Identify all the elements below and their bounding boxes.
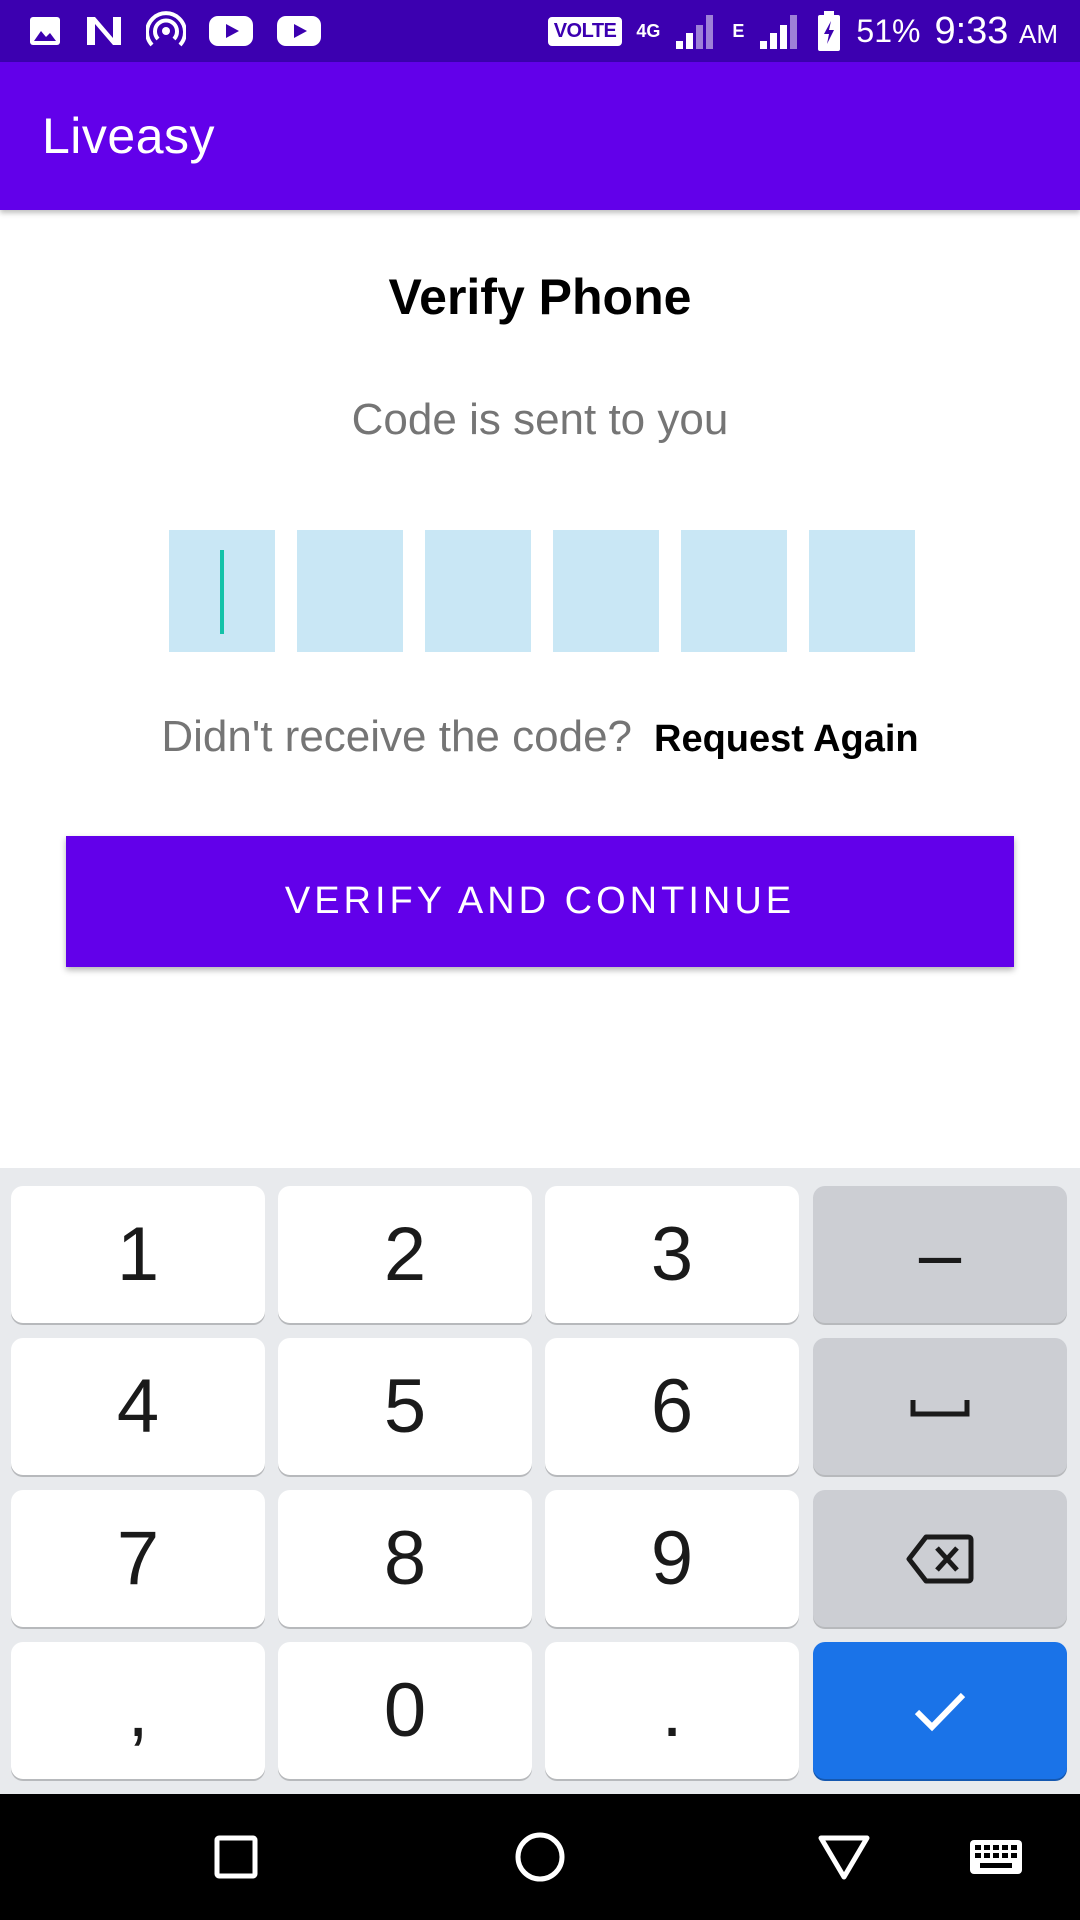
keyboard-switch-button[interactable] <box>926 1794 1066 1920</box>
numeric-keyboard: 1 2 3 – 4 5 6 7 8 9 , 0 . <box>0 1168 1080 1794</box>
key-3[interactable]: 3 <box>545 1186 799 1323</box>
key-space[interactable] <box>813 1338 1067 1475</box>
system-icons: VOLTE 4G E 51% 9:33 AM <box>547 0 1058 62</box>
system-nav-bar <box>0 1794 1080 1920</box>
otp-digit-5[interactable] <box>681 530 787 652</box>
key-done[interactable] <box>813 1642 1067 1779</box>
key-comma[interactable]: , <box>11 1642 265 1779</box>
n-app-icon <box>84 14 124 48</box>
app-title: Liveasy <box>42 108 216 164</box>
clock-suffix: AM <box>1019 18 1058 49</box>
space-icon <box>910 1399 970 1416</box>
home-button[interactable] <box>470 1794 610 1920</box>
key-8[interactable]: 8 <box>278 1490 532 1627</box>
app-bar: Liveasy <box>0 62 1080 210</box>
back-icon <box>818 1835 870 1880</box>
battery-percent: 51% <box>856 12 921 49</box>
keyboard-icon <box>970 1840 1022 1874</box>
clock: 9:33 AM <box>934 10 1058 53</box>
key-backspace[interactable] <box>813 1490 1067 1627</box>
key-2[interactable]: 2 <box>278 1186 532 1323</box>
page-title: Verify Phone <box>388 269 692 325</box>
text-caret <box>220 550 224 634</box>
verify-and-continue-button[interactable]: VERIFY AND CONTINUE <box>66 836 1014 967</box>
signal-icon <box>674 11 718 51</box>
recents-button[interactable] <box>166 1794 306 1920</box>
key-0[interactable]: 0 <box>278 1642 532 1779</box>
otp-digit-6[interactable] <box>809 530 915 652</box>
key-6[interactable]: 6 <box>545 1338 799 1475</box>
youtube-icon <box>276 14 322 48</box>
status-bar: VOLTE 4G E 51% 9:33 AM <box>0 0 1080 62</box>
checkmark-icon <box>914 1692 966 1731</box>
key-dash[interactable]: – <box>813 1186 1067 1323</box>
otp-digit-4[interactable] <box>553 530 659 652</box>
otp-digit-2[interactable] <box>297 530 403 652</box>
back-button[interactable] <box>774 1794 914 1920</box>
otp-digit-1[interactable] <box>169 530 275 652</box>
key-7[interactable]: 7 <box>11 1490 265 1627</box>
notification-icons <box>28 0 322 62</box>
otp-digit-3[interactable] <box>425 530 531 652</box>
gallery-icon <box>28 14 62 48</box>
signal-icon <box>758 11 802 51</box>
clock-time: 9:33 <box>934 9 1009 52</box>
backspace-icon <box>906 1534 974 1583</box>
network-e-label: E <box>732 20 745 41</box>
battery-charging-icon <box>816 10 842 52</box>
request-again-link[interactable]: Request Again <box>654 718 919 761</box>
otp-input-row <box>169 530 915 652</box>
key-1[interactable]: 1 <box>11 1186 265 1323</box>
key-period[interactable]: . <box>545 1642 799 1779</box>
hotspot-icon <box>146 11 186 51</box>
youtube-icon <box>208 14 254 48</box>
home-icon <box>515 1832 565 1882</box>
network-4g-label: 4G <box>636 20 661 41</box>
key-9[interactable]: 9 <box>545 1490 799 1627</box>
key-5[interactable]: 5 <box>278 1338 532 1475</box>
resend-row: Didn't receive the code? Request Again <box>0 712 1080 762</box>
recents-icon <box>214 1835 258 1879</box>
page-subtitle: Code is sent to you <box>351 395 729 444</box>
key-4[interactable]: 4 <box>11 1338 265 1475</box>
resend-prompt: Didn't receive the code? <box>161 712 633 761</box>
volte-badge: VOLTE <box>547 16 623 46</box>
